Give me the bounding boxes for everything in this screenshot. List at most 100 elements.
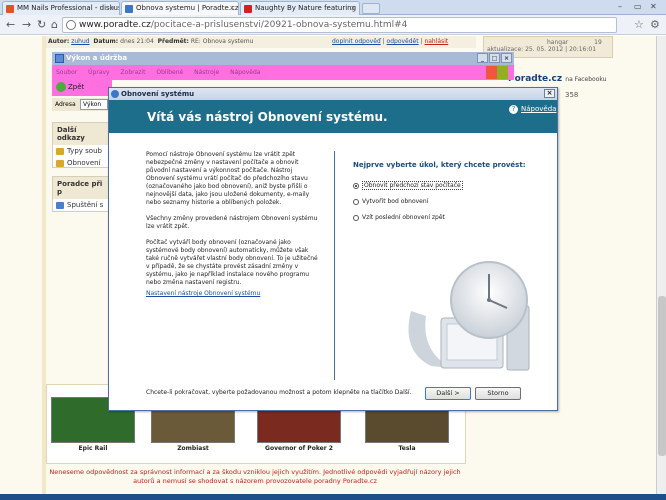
maximize-icon[interactable]: □ [489,53,500,63]
address-field[interactable]: Výkon [80,99,108,110]
game-title[interactable]: Epic Rail [51,445,135,455]
browser-toolbar: ← → ↻ ⌂ www.poradte.cz/pocitace-a-prislu… [0,15,666,35]
related-links-title: Další odkazy [53,123,109,145]
next-button[interactable]: Další > [425,387,471,400]
game-title[interactable]: Governor of Poker 2 [257,445,341,455]
author-link[interactable]: zuhud [71,38,89,45]
xp-window-titlebar[interactable]: Výkon a údržba _ □ × [52,52,514,65]
clock-computer-illustration [408,261,530,371]
facebook-promo[interactable]: Poradte.cz na Facebooku [508,74,606,84]
help-link[interactable]: ? Nápověda [509,105,556,114]
option-create-restore-point[interactable]: Vytvořit bod obnovení [353,198,428,205]
xp-window-title: Výkon a údržba [66,54,128,62]
system-restore-dialog: Obnovení systému × Vítá vás nástroj Obno… [108,87,558,411]
disclaimer-text: Neneseme odpovědnost za správnost inform… [49,468,461,485]
maximize-icon[interactable]: ▭ [634,0,642,14]
tab-label: MM Nails Professional - diskuse [17,4,120,12]
back-label: Zpět [68,83,85,91]
related-link-label: Typy soub [67,147,102,155]
fb-brand: Poradte.cz [508,74,563,84]
game-title[interactable]: Tesla [365,445,449,455]
wrench-icon[interactable]: ⚙ [650,18,660,31]
help-icon: ? [509,105,518,114]
post-header: Autor: zuhud Datum: dnes 21:04 Předmět: … [46,36,476,48]
reload-icon[interactable]: ↻ [37,18,46,32]
option-restore-earlier[interactable]: Obnovit předchozí stav počítače [353,181,463,190]
vertical-divider [334,151,335,381]
troubleshooter-box: Poradce při p Spuštění s [52,176,110,212]
tab-favicon-icon [125,5,133,13]
menu-upravy[interactable]: Úpravy [88,69,109,76]
close-icon[interactable]: × [544,89,555,98]
address-bar[interactable]: www.poradte.cz/pocitace-a-prislusenstvi/… [62,17,617,33]
windows-logo-icon [486,66,508,79]
footer-instruction: Chcete-li pokračovat, vyberte požadovano… [146,389,412,396]
reply-link[interactable]: odpovědět [387,38,419,45]
radio-button[interactable] [353,198,359,205]
subject-label: Předmět: [157,38,189,45]
address-label: Adresa [55,101,76,108]
menu-oblibene[interactable]: Oblíbené [156,69,183,76]
related-link-item[interactable]: Obnovení [53,157,109,169]
author-label: Autor: [48,38,70,45]
back-arrow-icon[interactable]: ← [6,18,15,32]
related-links-box: Další odkazy Typy soub Obnovení [52,122,110,168]
url-domain: www.poradte.cz [79,20,151,30]
tab-label: Naughty By Nature featuring [255,4,357,12]
bookmark-star-icon[interactable]: ☆ [634,18,644,31]
tab-naughty-by-nature[interactable]: Naughty By Nature featuring × [240,1,360,15]
menu-nastroje[interactable]: Nástroje [194,69,219,76]
related-link-item[interactable]: Typy soub [53,145,109,157]
option-label: Vzít poslední obnovení zpět [362,214,445,221]
xp-address-bar: Adresa Výkon [52,98,110,111]
cancel-button[interactable]: Storno [475,387,521,400]
help-icon [56,202,64,209]
close-icon[interactable]: × [501,53,512,63]
browser-tab-strip: MM Nails Professional - diskuse × Obnova… [0,0,666,15]
fb-suffix: na Facebooku [565,76,607,83]
back-arrow-icon [56,82,66,92]
tab-close-icon[interactable]: × [110,2,116,15]
report-link[interactable]: nahlásit [424,38,448,45]
intro-paragraph: Počítač vytváří body obnovení (označovan… [146,239,318,286]
scrollbar-thumb[interactable] [658,296,666,456]
menu-napoveda[interactable]: Nápověda [230,69,260,76]
tab-mm-nails[interactable]: MM Nails Professional - diskuse × [2,1,120,15]
dialog-title: Obnovení systému [121,90,195,98]
page-scrollbar[interactable] [656,36,666,500]
intro-paragraph: Pomocí nástroje Obnovení systému lze vrá… [146,151,310,206]
dialog-titlebar[interactable]: Obnovení systému × [109,88,557,100]
cancel-label: Storno [487,389,509,397]
folder-icon [55,54,64,63]
minimize-icon[interactable]: – [618,0,622,14]
minimize-icon[interactable]: _ [477,53,488,63]
tab-close-icon[interactable]: × [350,2,356,15]
radio-button[interactable] [353,182,359,189]
folder-icon [56,160,64,167]
option-undo-restore[interactable]: Vzít poslední obnovení zpět [353,214,445,221]
dialog-headline: Vítá vás nástroj Obnovení systému. [147,110,388,124]
new-tab-button[interactable] [362,3,380,14]
tab-obnova-systemu[interactable]: Obnova systemu | Poradte.cz × [121,1,239,15]
menu-soubor[interactable]: Soubor [56,69,77,76]
post-date: dnes 21:04 [120,38,154,45]
menu-zobrazit[interactable]: Zobrazit [121,69,146,76]
restore-settings-link[interactable]: Nastavení nástroje Obnovení systému [146,290,260,297]
intro-paragraph: Všechny změny provedené nástrojem Obnove… [146,215,318,230]
troubleshooter-title: Poradce při p [53,177,109,199]
intro-text: Pomocí nástroje Obnovení systému lze vrá… [146,151,318,295]
close-window-icon[interactable]: ✕ [650,0,657,14]
troubleshooter-item[interactable]: Spuštění s [53,199,109,211]
game-title[interactable]: Zombiast [151,445,235,455]
forward-arrow-icon[interactable]: → [22,18,31,32]
tab-close-icon[interactable]: × [229,2,235,15]
stats-user: hangar [547,39,569,46]
radio-button[interactable] [353,214,359,221]
option-label: Obnovit předchozí stav počítače [362,181,463,190]
home-icon[interactable]: ⌂ [51,18,58,32]
xp-back-button[interactable]: Zpět [56,82,84,92]
troubleshooter-label: Spuštění s [67,201,104,209]
option-label: Vytvořit bod obnovení [362,198,429,205]
fb-like-count: 358 [565,91,579,99]
add-reply-link[interactable]: doplnit odpověď [332,38,381,45]
